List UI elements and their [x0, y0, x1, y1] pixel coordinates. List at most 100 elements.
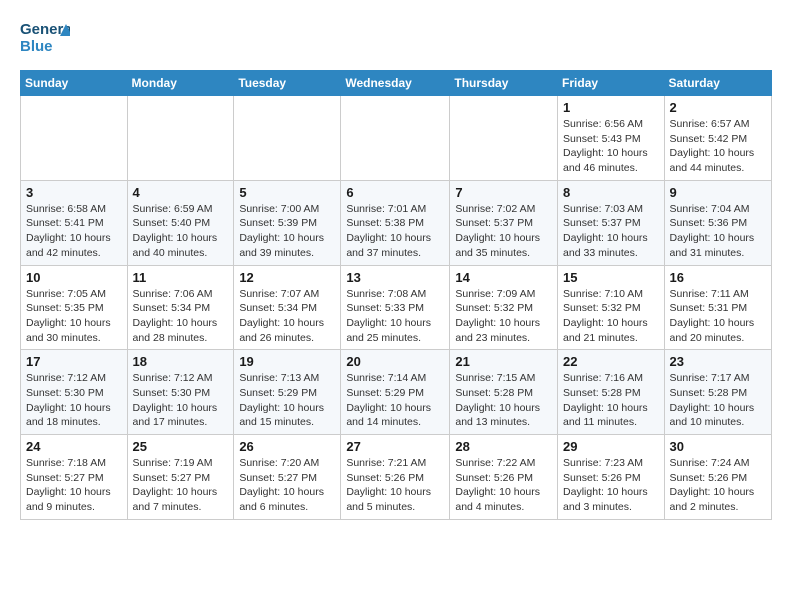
day-info: Sunrise: 7:14 AM Sunset: 5:29 PM Dayligh…	[346, 371, 444, 430]
day-info: Sunrise: 7:23 AM Sunset: 5:26 PM Dayligh…	[563, 456, 659, 515]
header-col-friday: Friday	[558, 71, 665, 96]
logo-svg: General Blue	[20, 16, 70, 60]
day-number: 9	[670, 185, 766, 200]
day-cell: 9 Sunrise: 7:04 AM Sunset: 5:36 PM Daylig…	[664, 180, 771, 265]
day-number: 22	[563, 354, 659, 369]
calendar-table: SundayMondayTuesdayWednesdayThursdayFrid…	[20, 70, 772, 520]
header-col-sunday: Sunday	[21, 71, 128, 96]
day-cell: 7Sunrise: 7:02 AM Sunset: 5:37 PM Daylig…	[450, 180, 558, 265]
day-number: 12	[239, 270, 335, 285]
day-info: Sunrise: 7:13 AM Sunset: 5:29 PM Dayligh…	[239, 371, 335, 430]
day-cell: 8 Sunrise: 7:03 AM Sunset: 5:37 PM Daylig…	[558, 180, 665, 265]
day-cell	[234, 96, 341, 181]
day-info: Sunrise: 7:17 AM Sunset: 5:28 PM Dayligh…	[670, 371, 766, 430]
day-cell: 5 Sunrise: 7:00 AM Sunset: 5:39 PM Daylig…	[234, 180, 341, 265]
day-info: Sunrise: 7:22 AM Sunset: 5:26 PM Dayligh…	[455, 456, 552, 515]
day-cell: 22 Sunrise: 7:16 AM Sunset: 5:28 PM Dayli…	[558, 350, 665, 435]
day-number: 4	[133, 185, 229, 200]
header-col-monday: Monday	[127, 71, 234, 96]
day-number: 14	[455, 270, 552, 285]
day-info: Sunrise: 7:01 AM Sunset: 5:38 PM Dayligh…	[346, 202, 444, 261]
day-cell: 3 Sunrise: 6:58 AM Sunset: 5:41 PM Daylig…	[21, 180, 128, 265]
day-cell: 15 Sunrise: 7:10 AM Sunset: 5:32 PM Dayli…	[558, 265, 665, 350]
day-number: 19	[239, 354, 335, 369]
day-info: Sunrise: 7:12 AM Sunset: 5:30 PM Dayligh…	[133, 371, 229, 430]
day-info: Sunrise: 7:07 AM Sunset: 5:34 PM Dayligh…	[239, 287, 335, 346]
day-cell: 30 Sunrise: 7:24 AM Sunset: 5:26 PM Dayli…	[664, 435, 771, 520]
day-cell	[450, 96, 558, 181]
day-info: Sunrise: 7:02 AM Sunset: 5:37 PM Dayligh…	[455, 202, 552, 261]
header-col-saturday: Saturday	[664, 71, 771, 96]
day-info: Sunrise: 7:00 AM Sunset: 5:39 PM Dayligh…	[239, 202, 335, 261]
day-info: Sunrise: 7:20 AM Sunset: 5:27 PM Dayligh…	[239, 456, 335, 515]
day-number: 29	[563, 439, 659, 454]
day-number: 3	[26, 185, 122, 200]
day-cell: 18 Sunrise: 7:12 AM Sunset: 5:30 PM Dayli…	[127, 350, 234, 435]
week-row-2: 3 Sunrise: 6:58 AM Sunset: 5:41 PM Daylig…	[21, 180, 772, 265]
day-info: Sunrise: 7:03 AM Sunset: 5:37 PM Dayligh…	[563, 202, 659, 261]
day-info: Sunrise: 7:21 AM Sunset: 5:26 PM Dayligh…	[346, 456, 444, 515]
day-info: Sunrise: 7:24 AM Sunset: 5:26 PM Dayligh…	[670, 456, 766, 515]
day-info: Sunrise: 7:04 AM Sunset: 5:36 PM Dayligh…	[670, 202, 766, 261]
day-cell: 10 Sunrise: 7:05 AM Sunset: 5:35 PM Dayli…	[21, 265, 128, 350]
logo: General Blue	[20, 16, 70, 60]
day-cell: 27 Sunrise: 7:21 AM Sunset: 5:26 PM Dayli…	[341, 435, 450, 520]
day-cell	[21, 96, 128, 181]
day-cell: 29 Sunrise: 7:23 AM Sunset: 5:26 PM Dayli…	[558, 435, 665, 520]
day-info: Sunrise: 7:10 AM Sunset: 5:32 PM Dayligh…	[563, 287, 659, 346]
day-cell: 13 Sunrise: 7:08 AM Sunset: 5:33 PM Dayli…	[341, 265, 450, 350]
week-row-4: 17Sunrise: 7:12 AM Sunset: 5:30 PM Dayli…	[21, 350, 772, 435]
day-number: 2	[670, 100, 766, 115]
day-number: 11	[133, 270, 229, 285]
day-cell: 2 Sunrise: 6:57 AM Sunset: 5:42 PM Daylig…	[664, 96, 771, 181]
svg-text:Blue: Blue	[20, 38, 53, 55]
day-number: 5	[239, 185, 335, 200]
day-info: Sunrise: 6:58 AM Sunset: 5:41 PM Dayligh…	[26, 202, 122, 261]
day-info: Sunrise: 6:57 AM Sunset: 5:42 PM Dayligh…	[670, 117, 766, 176]
day-cell: 16Sunrise: 7:11 AM Sunset: 5:31 PM Dayli…	[664, 265, 771, 350]
day-number: 26	[239, 439, 335, 454]
day-cell: 4Sunrise: 6:59 AM Sunset: 5:40 PM Daylig…	[127, 180, 234, 265]
day-number: 13	[346, 270, 444, 285]
day-info: Sunrise: 7:11 AM Sunset: 5:31 PM Dayligh…	[670, 287, 766, 346]
day-cell: 24 Sunrise: 7:18 AM Sunset: 5:27 PM Dayli…	[21, 435, 128, 520]
calendar-header: SundayMondayTuesdayWednesdayThursdayFrid…	[21, 71, 772, 96]
day-cell: 28 Sunrise: 7:22 AM Sunset: 5:26 PM Dayli…	[450, 435, 558, 520]
week-row-3: 10 Sunrise: 7:05 AM Sunset: 5:35 PM Dayli…	[21, 265, 772, 350]
day-number: 25	[133, 439, 229, 454]
day-cell: 1 Sunrise: 6:56 AM Sunset: 5:43 PM Daylig…	[558, 96, 665, 181]
day-cell: 20 Sunrise: 7:14 AM Sunset: 5:29 PM Dayli…	[341, 350, 450, 435]
day-cell: 23 Sunrise: 7:17 AM Sunset: 5:28 PM Dayli…	[664, 350, 771, 435]
day-number: 20	[346, 354, 444, 369]
day-number: 24	[26, 439, 122, 454]
day-number: 27	[346, 439, 444, 454]
header-col-thursday: Thursday	[450, 71, 558, 96]
day-info: Sunrise: 7:16 AM Sunset: 5:28 PM Dayligh…	[563, 371, 659, 430]
day-info: Sunrise: 7:08 AM Sunset: 5:33 PM Dayligh…	[346, 287, 444, 346]
day-cell: 11 Sunrise: 7:06 AM Sunset: 5:34 PM Dayli…	[127, 265, 234, 350]
week-row-1: 1 Sunrise: 6:56 AM Sunset: 5:43 PM Daylig…	[21, 96, 772, 181]
day-number: 30	[670, 439, 766, 454]
day-number: 18	[133, 354, 229, 369]
day-number: 15	[563, 270, 659, 285]
day-info: Sunrise: 7:12 AM Sunset: 5:30 PM Dayligh…	[26, 371, 122, 430]
day-number: 8	[563, 185, 659, 200]
day-info: Sunrise: 7:06 AM Sunset: 5:34 PM Dayligh…	[133, 287, 229, 346]
day-number: 23	[670, 354, 766, 369]
day-number: 28	[455, 439, 552, 454]
day-number: 1	[563, 100, 659, 115]
day-cell: 19 Sunrise: 7:13 AM Sunset: 5:29 PM Dayli…	[234, 350, 341, 435]
day-info: Sunrise: 7:18 AM Sunset: 5:27 PM Dayligh…	[26, 456, 122, 515]
day-number: 10	[26, 270, 122, 285]
day-cell: 25 Sunrise: 7:19 AM Sunset: 5:27 PM Dayli…	[127, 435, 234, 520]
page-header: General Blue	[20, 16, 772, 60]
week-row-5: 24 Sunrise: 7:18 AM Sunset: 5:27 PM Dayli…	[21, 435, 772, 520]
day-number: 21	[455, 354, 552, 369]
day-number: 6	[346, 185, 444, 200]
day-info: Sunrise: 7:05 AM Sunset: 5:35 PM Dayligh…	[26, 287, 122, 346]
day-info: Sunrise: 6:56 AM Sunset: 5:43 PM Dayligh…	[563, 117, 659, 176]
day-cell: 26 Sunrise: 7:20 AM Sunset: 5:27 PM Dayli…	[234, 435, 341, 520]
day-cell: 6 Sunrise: 7:01 AM Sunset: 5:38 PM Daylig…	[341, 180, 450, 265]
day-info: Sunrise: 7:19 AM Sunset: 5:27 PM Dayligh…	[133, 456, 229, 515]
day-info: Sunrise: 7:15 AM Sunset: 5:28 PM Dayligh…	[455, 371, 552, 430]
